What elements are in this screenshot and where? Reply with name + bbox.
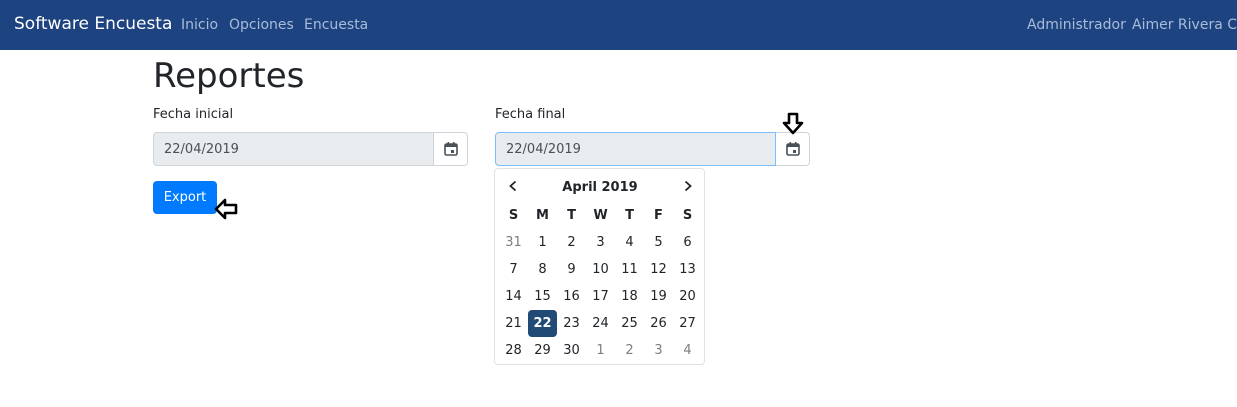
weekday-label: T xyxy=(567,208,576,223)
datepicker-month-label[interactable]: April 2019 xyxy=(525,180,675,195)
start-calendar-button[interactable] xyxy=(434,132,468,166)
day-cell[interactable]: 4 xyxy=(673,337,702,364)
page-title: Reportes xyxy=(153,56,305,96)
previous-month-button[interactable] xyxy=(503,176,523,196)
day-cell[interactable]: 21 xyxy=(499,310,528,337)
day-cell[interactable]: 29 xyxy=(528,337,557,364)
day-cell[interactable]: 16 xyxy=(557,283,586,310)
calendar-icon xyxy=(785,142,800,156)
week-row: 14 15 16 17 18 19 20 xyxy=(499,283,702,310)
day-cell[interactable]: 15 xyxy=(528,283,557,310)
calendar-icon xyxy=(443,142,458,156)
day-cell[interactable]: 11 xyxy=(615,256,644,283)
day-cell[interactable]: 17 xyxy=(586,283,615,310)
nav-link-administrador[interactable]: Administrador xyxy=(1027,17,1126,33)
day-cell[interactable]: 2 xyxy=(615,337,644,364)
day-cell[interactable]: 24 xyxy=(586,310,615,337)
day-cell[interactable]: 5 xyxy=(644,229,673,256)
day-cell[interactable]: 27 xyxy=(673,310,702,337)
day-cell[interactable]: 20 xyxy=(673,283,702,310)
navbar-brand[interactable]: Software Encuesta xyxy=(14,14,172,34)
end-date-label: Fecha final xyxy=(495,107,566,122)
datepicker-popup: April 2019 S M T W T F S 31 1 2 3 4 5 6 … xyxy=(494,168,705,365)
weekday-label: S xyxy=(682,208,693,223)
weekday-label: T xyxy=(625,208,634,223)
day-cell[interactable]: 28 xyxy=(499,337,528,364)
week-row: 7 8 9 10 11 12 13 xyxy=(499,256,702,283)
day-cell[interactable]: 3 xyxy=(644,337,673,364)
end-calendar-button[interactable] xyxy=(776,132,810,166)
day-cell[interactable]: 6 xyxy=(673,229,702,256)
export-button[interactable]: Export xyxy=(153,181,217,214)
day-cell[interactable]: 18 xyxy=(615,283,644,310)
week-row: 28 29 30 1 2 3 4 xyxy=(499,337,702,364)
nav-link-inicio[interactable]: Inicio xyxy=(181,17,218,33)
week-row: 31 1 2 3 4 5 6 xyxy=(499,229,702,256)
day-cell[interactable]: 9 xyxy=(557,256,586,283)
start-date-label: Fecha inicial xyxy=(153,107,234,122)
weekday-label: W xyxy=(593,208,608,223)
day-cell-selected[interactable]: 22 xyxy=(528,310,557,337)
day-cell[interactable]: 30 xyxy=(557,337,586,364)
day-cell[interactable]: 10 xyxy=(586,256,615,283)
end-date-group xyxy=(495,132,810,166)
weekday-label: S xyxy=(508,208,519,223)
nav-link-opciones[interactable]: Opciones xyxy=(229,17,294,33)
day-cell[interactable]: 12 xyxy=(644,256,673,283)
day-cell[interactable]: 7 xyxy=(499,256,528,283)
day-cell[interactable]: 1 xyxy=(528,229,557,256)
day-cell[interactable]: 19 xyxy=(644,283,673,310)
day-cell[interactable]: 3 xyxy=(586,229,615,256)
nav-link-encuesta[interactable]: Encuesta xyxy=(304,17,368,33)
chevron-right-icon xyxy=(684,180,692,192)
start-date-input[interactable] xyxy=(153,132,434,166)
weekday-row: S M T W T F S xyxy=(499,202,702,229)
day-cell[interactable]: 14 xyxy=(499,283,528,310)
day-cell[interactable]: 2 xyxy=(557,229,586,256)
week-row: 21 22 23 24 25 26 27 xyxy=(499,310,702,337)
day-cell[interactable]: 31 xyxy=(499,229,528,256)
start-date-group xyxy=(153,132,468,166)
day-cell[interactable]: 13 xyxy=(673,256,702,283)
day-cell[interactable]: 26 xyxy=(644,310,673,337)
nav-user-name[interactable]: Aimer Rivera Cer xyxy=(1132,17,1237,33)
weekday-label: M xyxy=(536,208,549,223)
end-date-input[interactable] xyxy=(495,132,776,166)
datepicker-grid: S M T W T F S 31 1 2 3 4 5 6 7 8 9 10 11… xyxy=(499,202,702,364)
weekday-label: F xyxy=(654,208,663,223)
arrow-down-outline-icon xyxy=(782,112,804,135)
day-cell[interactable]: 25 xyxy=(615,310,644,337)
arrow-left-outline-icon xyxy=(214,198,238,220)
navbar: Software Encuesta Inicio Opciones Encues… xyxy=(0,0,1237,50)
next-month-button[interactable] xyxy=(678,176,698,196)
day-cell[interactable]: 1 xyxy=(586,337,615,364)
day-cell[interactable]: 23 xyxy=(557,310,586,337)
day-cell[interactable]: 4 xyxy=(615,229,644,256)
datepicker-header: April 2019 xyxy=(495,169,704,203)
day-cell[interactable]: 8 xyxy=(528,256,557,283)
chevron-left-icon xyxy=(509,180,517,192)
